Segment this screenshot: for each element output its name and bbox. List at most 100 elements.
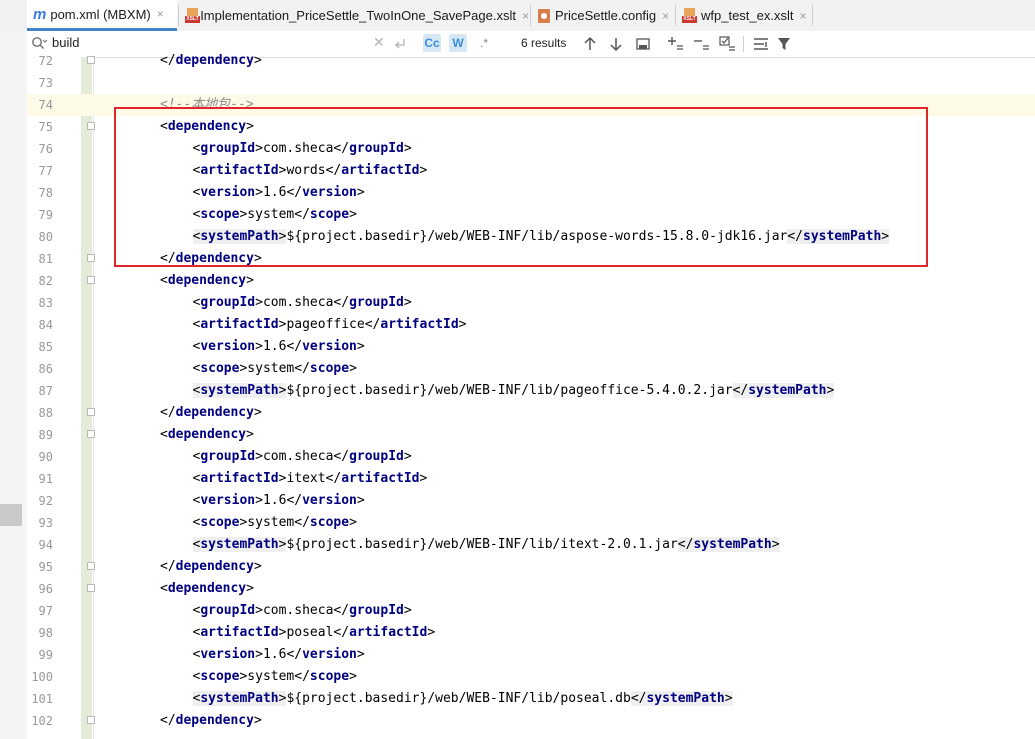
line-number: 76 [38,142,53,156]
close-icon[interactable]: × [157,7,164,21]
code-line[interactable]: 88 </dependency> [27,402,1035,424]
xml-tag: <artifactId> [192,471,287,486]
code-line[interactable]: 102 </dependency> [27,710,1035,732]
line-number: 95 [38,560,53,574]
code-line[interactable]: 91 <artifactId>itext</artifactId> [27,468,1035,490]
xml-tag: </dependency> [160,53,262,68]
code-line[interactable]: 92 <version>1.6</version> [27,490,1035,512]
code-line[interactable]: 101 <systemPath>${project.basedir}/web/WE… [27,688,1035,710]
code-text: <version>1.6</version> [193,490,365,512]
xml-tag: </dependency> [160,405,262,420]
tab-implementation-xslt[interactable]: XSLT Implementation_PriceSettle_TwoInOne… [179,0,529,31]
code-text: <artifactId>poseal</artifactId> [193,622,436,644]
code-text: <dependency> [160,424,254,446]
fold-marker-icon[interactable] [87,430,95,438]
code-text: <systemPath>${project.basedir}/web/WEB-I… [192,380,835,402]
xml-text: itext [286,471,326,486]
fold-marker-icon[interactable] [87,584,95,592]
line-number: 100 [31,670,53,684]
xml-tag: </dependency> [160,559,262,574]
xml-tag: <artifactId> [192,317,287,332]
xml-text: system [247,361,295,376]
xml-tag: <dependency> [160,273,254,288]
results-count: 6 results [521,36,567,50]
xml-tag: <dependency> [160,427,254,442]
editor-tab-bar: m pom.xml (MBXM) × XSLT Implementation_P… [0,0,1035,32]
fold-marker-icon[interactable] [87,276,95,284]
xml-text: system [247,669,295,684]
code-text: <dependency> [160,578,254,600]
code-text: <systemPath>${project.basedir}/web/WEB-I… [192,688,733,710]
close-icon[interactable]: × [800,9,807,23]
tab-pom-xml[interactable]: m pom.xml (MBXM) × [27,0,177,31]
tab-wfp-test-ex-xslt[interactable]: XSLT wfp_test_ex.xslt × [676,0,811,31]
new-line-icon[interactable] [393,37,407,51]
fold-marker-icon[interactable] [87,254,95,262]
fold-marker-icon[interactable] [87,56,95,64]
code-line[interactable]: 82 <dependency> [27,270,1035,292]
tab-label: wfp_test_ex.xslt [701,8,794,23]
line-number: 88 [38,406,53,420]
code-line[interactable]: 72 </dependency> [27,50,1035,72]
xml-text: 1.6 [262,647,287,662]
annotation-highlight-box [114,107,928,267]
code-text: <groupId>com.sheca</groupId> [193,292,412,314]
xml-text: ${project.basedir}/web/WEB-INF/lib/posea… [286,691,631,706]
scroll-marker [0,504,22,526]
close-icon[interactable]: × [522,9,529,23]
code-line[interactable]: 83 <groupId>com.sheca</groupId> [27,292,1035,314]
xml-tag: </version> [286,339,365,354]
code-line[interactable]: 84 <artifactId>pageoffice</artifactId> [27,314,1035,336]
code-line[interactable]: 87 <systemPath>${project.basedir}/web/WEB… [27,380,1035,402]
line-number: 93 [38,516,53,530]
code-line[interactable]: 89 <dependency> [27,424,1035,446]
xslt-file-icon: XSLT [185,8,200,23]
code-line[interactable]: 90 <groupId>com.sheca</groupId> [27,446,1035,468]
code-text: <artifactId>pageoffice</artifactId> [193,314,467,336]
xml-tag: <groupId> [192,449,263,464]
line-number: 77 [38,164,53,178]
xml-tag: </artifactId> [364,317,467,332]
fold-marker-icon[interactable] [87,122,95,130]
code-text: <scope>system</scope> [193,512,357,534]
code-line[interactable]: 97 <groupId>com.sheca</groupId> [27,600,1035,622]
clear-search-icon[interactable]: ✕ [373,34,385,51]
code-line[interactable]: 100 <scope>system</scope> [27,666,1035,688]
code-line[interactable]: 98 <artifactId>poseal</artifactId> [27,622,1035,644]
line-number: 72 [38,54,53,68]
fold-marker-icon[interactable] [87,408,95,416]
xml-text: 1.6 [262,339,287,354]
xslt-file-icon: XSLT [682,8,697,23]
code-line[interactable]: 85 <version>1.6</version> [27,336,1035,358]
xml-tag: </groupId> [333,295,412,310]
line-number: 85 [38,340,53,354]
line-number: 81 [38,252,53,266]
code-line[interactable]: 99 <version>1.6</version> [27,644,1035,666]
xml-tag: <systemPath> [192,383,287,398]
close-icon[interactable]: × [662,9,669,23]
tab-label: Implementation_PriceSettle_TwoInOne_Save… [200,8,516,23]
code-line[interactable]: 96 <dependency> [27,578,1035,600]
code-line[interactable]: 93 <scope>system</scope> [27,512,1035,534]
line-number: 79 [38,208,53,222]
fold-marker-icon[interactable] [87,716,95,724]
xml-tag: </systemPath> [630,691,733,706]
code-text: <groupId>com.sheca</groupId> [193,600,412,622]
fold-marker-icon[interactable] [87,562,95,570]
code-text: <scope>system</scope> [193,666,357,688]
line-number: 102 [31,714,53,728]
line-number: 91 [38,472,53,486]
code-line[interactable]: 94 <systemPath>${project.basedir}/web/WEB… [27,534,1035,556]
xml-text: com.sheca [262,449,334,464]
code-line[interactable]: 86 <scope>system</scope> [27,358,1035,380]
xml-text: system [247,515,295,530]
xml-tag: </groupId> [333,603,412,618]
search-input[interactable]: build [52,35,79,50]
config-file-icon [537,8,551,23]
line-number: 101 [31,692,53,706]
code-line[interactable]: 95 </dependency> [27,556,1035,578]
maven-icon: m [33,5,47,23]
code-line[interactable]: 73 [27,72,1035,94]
xml-tag: <scope> [192,669,248,684]
tab-pricesettle-config[interactable]: PriceSettle.config × [531,0,674,31]
